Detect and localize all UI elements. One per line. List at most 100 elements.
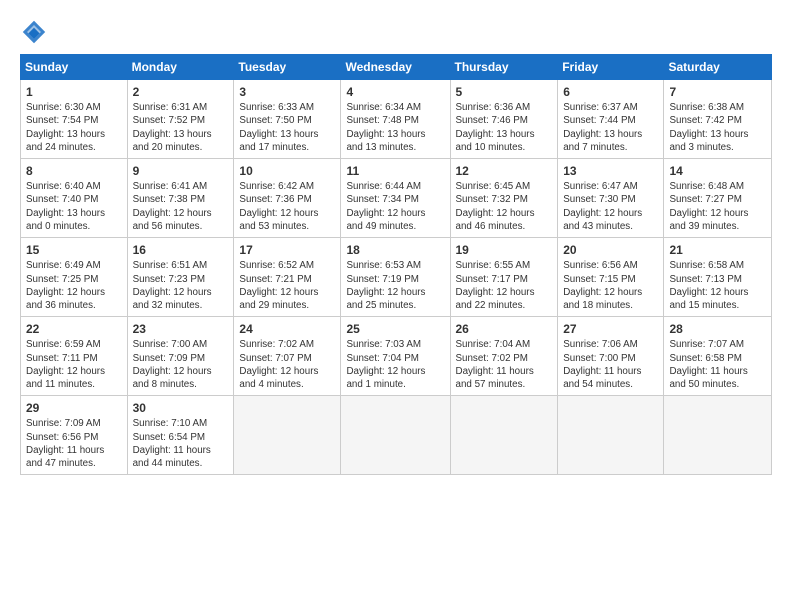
day-info: Sunrise: 6:58 AM Sunset: 7:13 PM Dayligh… (669, 259, 766, 312)
day-number: 17 (239, 242, 335, 258)
day-info: Sunrise: 6:45 AM Sunset: 7:32 PM Dayligh… (456, 180, 553, 233)
day-info: Sunrise: 7:07 AM Sunset: 6:58 PM Dayligh… (669, 338, 766, 391)
day-info: Sunrise: 6:37 AM Sunset: 7:44 PM Dayligh… (563, 101, 658, 154)
calendar-cell (234, 396, 341, 475)
day-info: Sunrise: 6:55 AM Sunset: 7:17 PM Dayligh… (456, 259, 553, 312)
calendar-week-2: 15Sunrise: 6:49 AM Sunset: 7:25 PM Dayli… (21, 238, 772, 317)
calendar-cell: 11Sunrise: 6:44 AM Sunset: 7:34 PM Dayli… (341, 159, 450, 238)
day-info: Sunrise: 6:51 AM Sunset: 7:23 PM Dayligh… (133, 259, 229, 312)
calendar-cell: 7Sunrise: 6:38 AM Sunset: 7:42 PM Daylig… (664, 80, 772, 159)
day-info: Sunrise: 6:40 AM Sunset: 7:40 PM Dayligh… (26, 180, 122, 233)
day-number: 28 (669, 321, 766, 337)
calendar-cell: 29Sunrise: 7:09 AM Sunset: 6:56 PM Dayli… (21, 396, 128, 475)
header-cell-thursday: Thursday (450, 55, 558, 80)
day-number: 22 (26, 321, 122, 337)
calendar-cell (664, 396, 772, 475)
header-cell-tuesday: Tuesday (234, 55, 341, 80)
day-info: Sunrise: 7:04 AM Sunset: 7:02 PM Dayligh… (456, 338, 553, 391)
day-number: 27 (563, 321, 658, 337)
day-number: 19 (456, 242, 553, 258)
day-info: Sunrise: 6:47 AM Sunset: 7:30 PM Dayligh… (563, 180, 658, 233)
calendar-cell: 16Sunrise: 6:51 AM Sunset: 7:23 PM Dayli… (127, 238, 234, 317)
day-number: 8 (26, 163, 122, 179)
day-number: 21 (669, 242, 766, 258)
day-info: Sunrise: 6:34 AM Sunset: 7:48 PM Dayligh… (346, 101, 444, 154)
day-info: Sunrise: 6:52 AM Sunset: 7:21 PM Dayligh… (239, 259, 335, 312)
calendar-cell: 18Sunrise: 6:53 AM Sunset: 7:19 PM Dayli… (341, 238, 450, 317)
calendar-cell: 28Sunrise: 7:07 AM Sunset: 6:58 PM Dayli… (664, 317, 772, 396)
day-number: 9 (133, 163, 229, 179)
day-number: 26 (456, 321, 553, 337)
calendar-week-4: 29Sunrise: 7:09 AM Sunset: 6:56 PM Dayli… (21, 396, 772, 475)
header-cell-friday: Friday (558, 55, 664, 80)
calendar-table: SundayMondayTuesdayWednesdayThursdayFrid… (20, 54, 772, 475)
calendar-cell: 23Sunrise: 7:00 AM Sunset: 7:09 PM Dayli… (127, 317, 234, 396)
calendar-cell: 21Sunrise: 6:58 AM Sunset: 7:13 PM Dayli… (664, 238, 772, 317)
day-info: Sunrise: 6:41 AM Sunset: 7:38 PM Dayligh… (133, 180, 229, 233)
day-number: 12 (456, 163, 553, 179)
calendar-week-1: 8Sunrise: 6:40 AM Sunset: 7:40 PM Daylig… (21, 159, 772, 238)
calendar-cell: 14Sunrise: 6:48 AM Sunset: 7:27 PM Dayli… (664, 159, 772, 238)
logo-icon (20, 18, 48, 46)
header-cell-monday: Monday (127, 55, 234, 80)
calendar-cell: 17Sunrise: 6:52 AM Sunset: 7:21 PM Dayli… (234, 238, 341, 317)
calendar-cell (450, 396, 558, 475)
calendar-cell: 19Sunrise: 6:55 AM Sunset: 7:17 PM Dayli… (450, 238, 558, 317)
day-number: 1 (26, 84, 122, 100)
day-info: Sunrise: 7:02 AM Sunset: 7:07 PM Dayligh… (239, 338, 335, 391)
calendar-cell: 13Sunrise: 6:47 AM Sunset: 7:30 PM Dayli… (558, 159, 664, 238)
day-number: 16 (133, 242, 229, 258)
calendar-cell: 1Sunrise: 6:30 AM Sunset: 7:54 PM Daylig… (21, 80, 128, 159)
header-cell-wednesday: Wednesday (341, 55, 450, 80)
calendar-cell: 4Sunrise: 6:34 AM Sunset: 7:48 PM Daylig… (341, 80, 450, 159)
day-number: 2 (133, 84, 229, 100)
day-number: 11 (346, 163, 444, 179)
calendar-cell: 12Sunrise: 6:45 AM Sunset: 7:32 PM Dayli… (450, 159, 558, 238)
calendar-cell (558, 396, 664, 475)
header-cell-sunday: Sunday (21, 55, 128, 80)
day-info: Sunrise: 6:56 AM Sunset: 7:15 PM Dayligh… (563, 259, 658, 312)
calendar-week-3: 22Sunrise: 6:59 AM Sunset: 7:11 PM Dayli… (21, 317, 772, 396)
day-number: 15 (26, 242, 122, 258)
header-cell-saturday: Saturday (664, 55, 772, 80)
day-number: 14 (669, 163, 766, 179)
day-number: 20 (563, 242, 658, 258)
day-info: Sunrise: 6:30 AM Sunset: 7:54 PM Dayligh… (26, 101, 122, 154)
day-info: Sunrise: 6:36 AM Sunset: 7:46 PM Dayligh… (456, 101, 553, 154)
calendar-cell: 8Sunrise: 6:40 AM Sunset: 7:40 PM Daylig… (21, 159, 128, 238)
day-number: 30 (133, 400, 229, 416)
day-number: 3 (239, 84, 335, 100)
day-info: Sunrise: 6:33 AM Sunset: 7:50 PM Dayligh… (239, 101, 335, 154)
day-info: Sunrise: 6:44 AM Sunset: 7:34 PM Dayligh… (346, 180, 444, 233)
day-info: Sunrise: 7:00 AM Sunset: 7:09 PM Dayligh… (133, 338, 229, 391)
day-info: Sunrise: 6:49 AM Sunset: 7:25 PM Dayligh… (26, 259, 122, 312)
day-info: Sunrise: 7:10 AM Sunset: 6:54 PM Dayligh… (133, 417, 229, 470)
calendar-cell: 26Sunrise: 7:04 AM Sunset: 7:02 PM Dayli… (450, 317, 558, 396)
day-info: Sunrise: 7:09 AM Sunset: 6:56 PM Dayligh… (26, 417, 122, 470)
calendar-cell: 25Sunrise: 7:03 AM Sunset: 7:04 PM Dayli… (341, 317, 450, 396)
day-number: 6 (563, 84, 658, 100)
calendar-cell (341, 396, 450, 475)
day-number: 10 (239, 163, 335, 179)
day-number: 18 (346, 242, 444, 258)
day-number: 7 (669, 84, 766, 100)
calendar-cell: 3Sunrise: 6:33 AM Sunset: 7:50 PM Daylig… (234, 80, 341, 159)
calendar-cell: 27Sunrise: 7:06 AM Sunset: 7:00 PM Dayli… (558, 317, 664, 396)
day-info: Sunrise: 6:59 AM Sunset: 7:11 PM Dayligh… (26, 338, 122, 391)
day-number: 13 (563, 163, 658, 179)
day-info: Sunrise: 7:03 AM Sunset: 7:04 PM Dayligh… (346, 338, 444, 391)
calendar-cell: 30Sunrise: 7:10 AM Sunset: 6:54 PM Dayli… (127, 396, 234, 475)
calendar-cell: 22Sunrise: 6:59 AM Sunset: 7:11 PM Dayli… (21, 317, 128, 396)
day-number: 4 (346, 84, 444, 100)
day-info: Sunrise: 6:31 AM Sunset: 7:52 PM Dayligh… (133, 101, 229, 154)
day-info: Sunrise: 6:42 AM Sunset: 7:36 PM Dayligh… (239, 180, 335, 233)
day-number: 24 (239, 321, 335, 337)
calendar-cell: 10Sunrise: 6:42 AM Sunset: 7:36 PM Dayli… (234, 159, 341, 238)
day-info: Sunrise: 6:48 AM Sunset: 7:27 PM Dayligh… (669, 180, 766, 233)
calendar-cell: 9Sunrise: 6:41 AM Sunset: 7:38 PM Daylig… (127, 159, 234, 238)
page: SundayMondayTuesdayWednesdayThursdayFrid… (0, 0, 792, 485)
logo (20, 18, 54, 46)
day-info: Sunrise: 6:53 AM Sunset: 7:19 PM Dayligh… (346, 259, 444, 312)
day-info: Sunrise: 7:06 AM Sunset: 7:00 PM Dayligh… (563, 338, 658, 391)
calendar-cell: 24Sunrise: 7:02 AM Sunset: 7:07 PM Dayli… (234, 317, 341, 396)
